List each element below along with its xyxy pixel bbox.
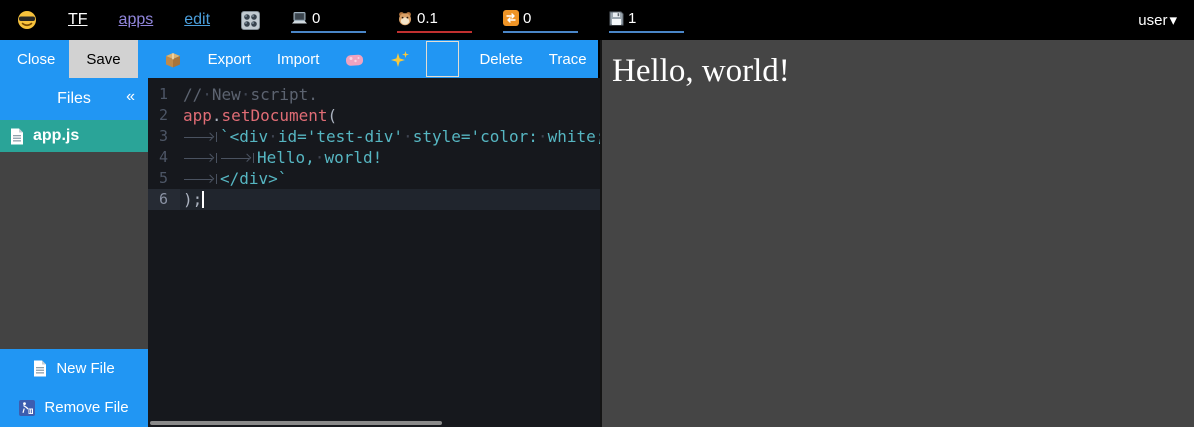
file-item-appjs[interactable]: app.js [0, 120, 148, 152]
save-button[interactable]: Save [69, 40, 137, 78]
code-line[interactable]: </div>` [180, 168, 600, 189]
text-cursor [202, 191, 204, 208]
code-token: </div>` [220, 169, 287, 188]
code-token: //·New·script. [183, 85, 318, 104]
counter-value: 0.1 [417, 10, 438, 27]
files-panel-header: Files « [0, 78, 148, 120]
line-number: 1 [148, 84, 180, 105]
soap-icon[interactable] [345, 52, 364, 67]
laptop-counter-input[interactable]: 0 [291, 7, 366, 33]
code-editor[interactable]: 123456 //·New·script.app.setDocument(`<d… [148, 78, 600, 427]
hamster-counter-input[interactable]: 0.1 [397, 7, 472, 33]
code-line[interactable]: app.setDocument( [180, 105, 600, 126]
control-knobs-icon[interactable] [241, 11, 260, 30]
code-token: `<div·id='test-div'·style='color:·white;… [220, 127, 600, 146]
delete-button[interactable]: Delete [479, 51, 522, 68]
repeat-icon [503, 10, 519, 26]
code-line[interactable]: //·New·script. [180, 84, 600, 105]
user-menu-label: user [1138, 12, 1167, 29]
code-token: ( [328, 106, 338, 125]
tab-whitespace-marker [183, 153, 217, 163]
user-menu[interactable]: user ▾ [1138, 11, 1177, 29]
tab-whitespace-marker [220, 153, 254, 163]
space-whitespace-marker: · [241, 85, 251, 104]
space-whitespace-marker: · [202, 85, 212, 104]
laptop-icon [291, 11, 308, 26]
line-number: 5 [148, 168, 180, 189]
export-button[interactable]: Export [208, 51, 251, 68]
editor-toolbar: Close Save Export Import Delete Trace [0, 40, 598, 78]
files-sidebar: Files « app.js [0, 78, 148, 427]
code-token: setDocument [222, 106, 328, 125]
code-line[interactable]: ); [180, 189, 600, 210]
caret-down-icon: ▾ [1169, 11, 1177, 29]
line-number-gutter: 123456 [148, 84, 180, 210]
new-file-label: New File [56, 360, 114, 377]
code-token: Hello,·world! [257, 148, 382, 167]
topbar: TF apps edit 0 [0, 0, 1194, 40]
line-number: 4 [148, 147, 180, 168]
nav-link-apps[interactable]: apps [119, 11, 154, 29]
floppy-icon [609, 11, 624, 26]
trace-button[interactable]: Trace [549, 51, 587, 68]
sparkles-icon[interactable] [390, 50, 410, 68]
collapse-sidebar-button[interactable]: « [126, 88, 135, 106]
horizontal-scrollbar-thumb[interactable] [150, 421, 442, 425]
line-number: 3 [148, 126, 180, 147]
space-whitespace-marker: · [268, 127, 278, 146]
new-file-icon [33, 360, 47, 377]
sidebar-actions: New File Remove File [0, 349, 148, 427]
remove-file-icon [19, 400, 35, 416]
files-panel-title: Files [57, 90, 91, 108]
app-preview-panel: Hello, world! [600, 40, 1194, 427]
code-line[interactable]: `<div·id='test-div'·style='color:·white;… [180, 126, 600, 147]
tab-whitespace-marker [183, 174, 217, 184]
package-icon[interactable] [164, 51, 182, 68]
space-whitespace-marker: · [538, 127, 548, 146]
repeat-counter-input[interactable]: 0 [503, 7, 578, 33]
close-button[interactable]: Close [17, 51, 55, 68]
code-token: ); [183, 190, 202, 209]
line-number: 6 [148, 189, 180, 210]
floppy-counter-input[interactable]: 1 [609, 7, 684, 33]
file-name: app.js [33, 127, 79, 145]
preview-heading: Hello, world! [612, 53, 1194, 90]
counter-value: 0 [312, 10, 320, 27]
remove-file-button[interactable]: Remove File [0, 388, 148, 427]
file-icon [10, 128, 24, 145]
hamster-icon [397, 11, 413, 26]
counter-value: 0 [523, 10, 531, 27]
space-whitespace-marker: · [315, 148, 325, 167]
space-whitespace-marker: · [403, 127, 413, 146]
code-token: . [212, 106, 222, 125]
code-token: app [183, 106, 212, 125]
sunglasses-face-icon[interactable] [17, 10, 37, 30]
new-file-button[interactable]: New File [0, 349, 148, 388]
remove-file-label: Remove File [44, 399, 128, 416]
blank-toolbar-button[interactable] [426, 41, 459, 77]
line-number: 2 [148, 105, 180, 126]
nav-link-tf[interactable]: TF [68, 11, 88, 29]
counter-value: 1 [628, 10, 636, 27]
nav-link-edit[interactable]: edit [184, 11, 210, 29]
import-button[interactable]: Import [277, 51, 320, 68]
code-line[interactable]: Hello,·world! [180, 147, 600, 168]
code-lines: //·New·script.app.setDocument(`<div·id='… [180, 84, 600, 210]
tab-whitespace-marker [183, 132, 217, 142]
